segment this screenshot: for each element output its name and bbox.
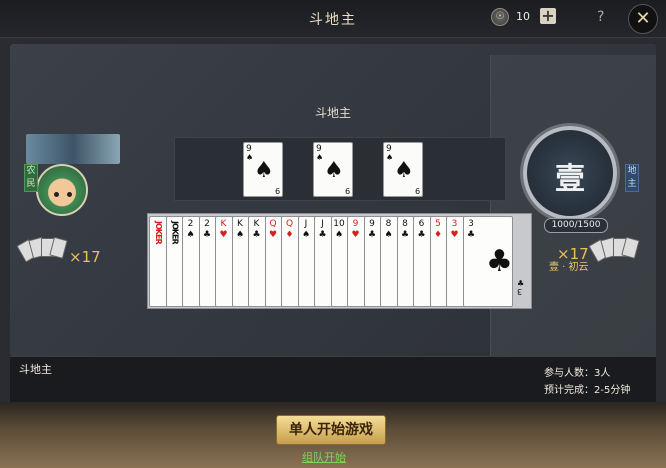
- info-title: 斗地主: [19, 363, 52, 376]
- card-rank: 9: [344, 186, 350, 195]
- players-count: 参与人数：3人: [544, 368, 611, 379]
- rank-glyph: 壹: [555, 162, 585, 197]
- card-rank: JOKER: [170, 221, 180, 244]
- card-rank: 2: [204, 219, 210, 229]
- card-rank: 9: [414, 186, 420, 195]
- card-rank: J: [304, 219, 308, 229]
- add-coins-button[interactable]: +: [540, 8, 556, 24]
- page-title: 斗地主: [309, 12, 357, 28]
- duration-estimate: 预计完成：2-5分钟: [544, 385, 631, 396]
- rank-score: 1000/1500: [544, 218, 608, 233]
- spade-icon: ♠: [386, 153, 394, 162]
- card-rank: 5: [435, 219, 441, 229]
- rank-badge[interactable]: 壹: [523, 126, 617, 220]
- spade-icon: ♠: [235, 230, 245, 240]
- card-rank: K: [237, 219, 243, 229]
- coin-balance: 10: [516, 10, 530, 23]
- played-card: 9 ♠ ♠ 9: [313, 142, 353, 197]
- heart-icon: ♥: [219, 230, 228, 240]
- spade-icon: ♠: [316, 153, 324, 162]
- card-rank: 3: [468, 219, 474, 229]
- card-rank: 8: [385, 219, 392, 229]
- card-rank: J: [321, 219, 324, 229]
- spade-icon: ♠: [246, 153, 254, 162]
- spade-icon: ♠: [334, 230, 344, 240]
- played-card: 9 ♠ ♠ 9: [243, 142, 283, 197]
- spade-icon: ♠: [384, 230, 393, 240]
- spade-icon: ♠: [301, 230, 311, 240]
- diamond-icon: ♦: [285, 230, 294, 240]
- rank-name: 壹 · 初云: [549, 262, 589, 273]
- card-rank: 3: [517, 287, 523, 296]
- card-rank: 10: [333, 219, 345, 229]
- card-rank: K: [253, 219, 260, 229]
- heart-icon: ♥: [268, 230, 278, 240]
- played-card: 9 ♠ ♠ 9: [383, 142, 423, 197]
- role-tag: 农民: [24, 164, 38, 192]
- club-icon: ♣: [417, 230, 426, 240]
- club-icon: ♣: [400, 230, 410, 240]
- game-label: 斗地主: [314, 106, 351, 120]
- top-bar: 斗地主 ☉ 10 + ? ✕: [0, 0, 666, 38]
- avatar-eye: [54, 192, 59, 197]
- spade-icon: ♠: [186, 230, 195, 240]
- card-rank: Q: [269, 219, 277, 229]
- card-rank: 6: [418, 219, 425, 229]
- avatar-eye: [67, 192, 72, 197]
- card-count: ×17: [69, 248, 101, 266]
- club-icon: ♣: [318, 230, 327, 240]
- card-rank: Q: [285, 219, 294, 229]
- avatar[interactable]: [36, 164, 88, 216]
- heart-icon: ♥: [351, 230, 360, 240]
- club-icon: ♣: [466, 230, 476, 240]
- player-banner: [26, 134, 120, 164]
- club-icon: ♣: [486, 244, 513, 279]
- spade-icon: ♠: [324, 158, 344, 183]
- diamond-icon: ♦: [433, 230, 443, 240]
- card-rank: 9: [352, 219, 359, 229]
- card-rank: 9: [274, 186, 280, 195]
- club-icon: ♣: [202, 230, 212, 240]
- spade-icon: ♠: [254, 158, 274, 183]
- card-rank: K: [220, 219, 227, 229]
- spade-icon: ♠: [394, 158, 414, 183]
- role-tag: 地主: [625, 164, 639, 192]
- coin-icon: ☉: [491, 8, 509, 26]
- card-rank: JOKER: [154, 221, 163, 244]
- club-icon: ♣: [252, 230, 261, 240]
- card-rank: 2: [187, 219, 194, 229]
- card-rank: 8: [402, 219, 408, 229]
- close-button[interactable]: ✕: [628, 4, 658, 34]
- start-team-link[interactable]: 组队开始: [302, 449, 346, 465]
- heart-icon: ♥: [450, 230, 459, 240]
- start-solo-button[interactable]: 单人开始游戏: [276, 415, 386, 445]
- club-icon: ♣: [367, 230, 377, 240]
- help-icon[interactable]: ?: [597, 9, 604, 25]
- card-rank: 3: [451, 219, 458, 229]
- card-rank: 9: [369, 219, 375, 229]
